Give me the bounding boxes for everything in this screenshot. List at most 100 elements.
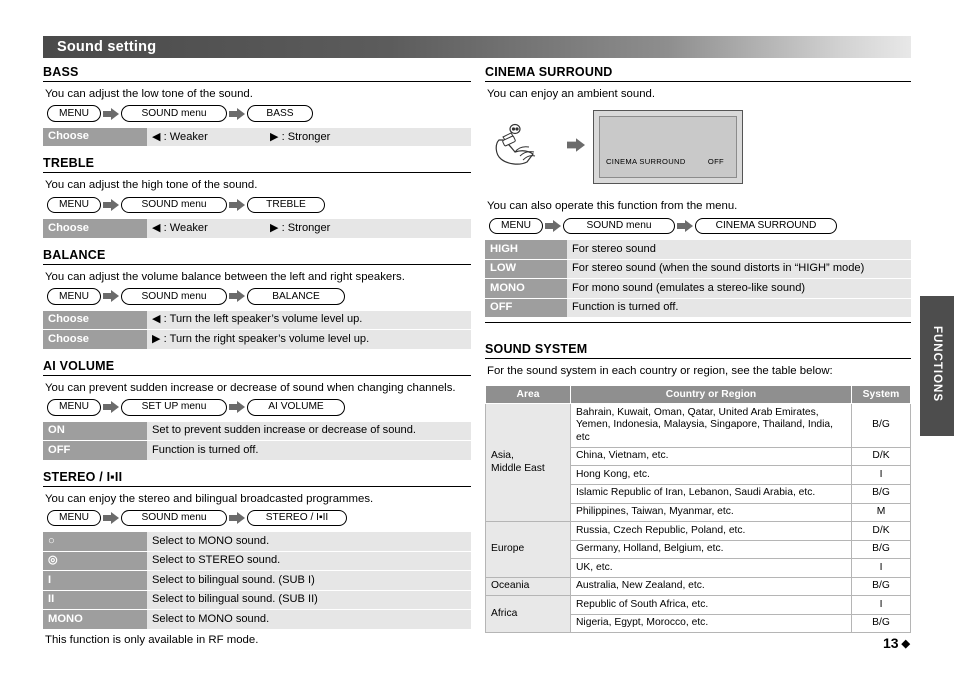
system-cell: I bbox=[851, 558, 911, 578]
cinema-key-mono: MONO bbox=[485, 278, 567, 299]
region-cell: Republic of South Africa, etc. bbox=[570, 595, 852, 615]
area-europe: Europe bbox=[485, 521, 571, 578]
table-row: Choose ◀ : Weaker ▶ : Stronger bbox=[43, 126, 471, 148]
menu-pill: MENU bbox=[47, 398, 101, 416]
table-row: Choose ◀ : Turn the left speaker’s volum… bbox=[43, 309, 471, 331]
menu-pill: MENU bbox=[47, 196, 101, 214]
right-column: CINEMA SURROUND You can enjoy an ambient… bbox=[485, 62, 911, 634]
bass-table: Choose ◀ : Weaker ▶ : Stronger bbox=[43, 126, 471, 148]
sound-menu-pill: SOUND menu bbox=[121, 509, 227, 527]
system-cell: I bbox=[851, 465, 911, 485]
cinema-surround-heading: CINEMA SURROUND bbox=[485, 62, 911, 82]
section-sound-system: SOUND SYSTEM For the sound system in eac… bbox=[485, 339, 911, 634]
cinema-surround-description: You can enjoy an ambient sound. bbox=[487, 88, 656, 100]
area-asia-middle-east: Asia, Middle East bbox=[485, 403, 571, 523]
page-title: Sound setting bbox=[57, 39, 157, 55]
side-tab-functions: FUNCTIONS bbox=[920, 296, 954, 436]
arrow-right-icon bbox=[227, 512, 247, 525]
arrow-right-icon bbox=[101, 512, 121, 525]
stereo-key-mono: MONO bbox=[43, 609, 147, 630]
arrow-right-icon bbox=[567, 138, 585, 157]
cinema-surround-figure: CINEMA SURROUND OFF bbox=[485, 110, 911, 192]
system-cell: B/G bbox=[851, 576, 911, 597]
cinema-value-off: Function is turned off. bbox=[567, 297, 911, 318]
cinema-key-low: LOW bbox=[485, 258, 567, 280]
region-cell: Russia, Czech Republic, Poland, etc. bbox=[570, 521, 852, 541]
sound-menu-pill: SOUND menu bbox=[121, 288, 227, 305]
region-cell: Hong Kong, etc. bbox=[570, 465, 852, 485]
table-row: Asia, Middle East Bahrain, Kuwait, Oman,… bbox=[485, 403, 911, 523]
balance-choose-key-2: Choose bbox=[43, 329, 147, 350]
menu-pill: MENU bbox=[47, 509, 101, 527]
stereo-table: ○ Select to MONO sound. ◎ Select to STER… bbox=[43, 531, 471, 630]
table-row: HIGH For stereo sound bbox=[485, 239, 911, 260]
table-row: Choose ◀ : Weaker ▶ : Stronger bbox=[43, 218, 471, 239]
table-row: II Select to bilingual sound. (SUB II) bbox=[43, 589, 471, 611]
balance-description: You can adjust the volume balance betwee… bbox=[45, 270, 405, 283]
table-row: MONO Select to MONO sound. bbox=[43, 609, 471, 630]
page-number: 13 ◆ bbox=[883, 635, 910, 651]
bass-heading: BASS bbox=[43, 62, 471, 82]
system-cell: D/K bbox=[851, 446, 911, 467]
system-cell: B/G bbox=[851, 539, 911, 560]
balance-item-pill: BALANCE bbox=[247, 288, 345, 305]
balance-menu-path: MENU SOUND menu BALANCE bbox=[43, 287, 471, 308]
sound-system-heading: SOUND SYSTEM bbox=[485, 339, 911, 359]
cinema-key-high: HIGH bbox=[485, 239, 567, 260]
table-row: ◎ Select to STEREO sound. bbox=[43, 550, 471, 572]
bass-item-pill: BASS bbox=[247, 105, 313, 122]
section-balance: BALANCE You can adjust the volume balanc… bbox=[43, 245, 471, 350]
treble-weaker: ◀ : Weaker bbox=[152, 221, 208, 234]
region-cell: China, Vietnam, etc. bbox=[570, 446, 852, 467]
cinema-surround-menu-path: MENU SOUND menu CINEMA SURROUND bbox=[485, 217, 911, 238]
stereo-key-mono-circle: ○ bbox=[43, 531, 147, 552]
table-row: OFF Function is turned off. bbox=[485, 297, 911, 318]
cinema-value-mono: For mono sound (emulates a stereo-like s… bbox=[567, 278, 911, 299]
tv-osd-label: CINEMA SURROUND bbox=[606, 157, 686, 167]
treble-description: You can adjust the high tone of the soun… bbox=[45, 179, 258, 192]
bass-menu-path: MENU SOUND menu BASS bbox=[43, 104, 471, 125]
table-row: I Select to bilingual sound. (SUB I) bbox=[43, 570, 471, 591]
system-cell: B/G bbox=[851, 613, 911, 634]
sound-menu-pill: SOUND menu bbox=[121, 196, 227, 214]
cinema-surround-table: HIGH For stereo sound LOW For stereo sou… bbox=[485, 239, 911, 318]
region-cell: Philippines, Taiwan, Myanmar, etc. bbox=[570, 502, 852, 523]
cinema-value-high: For stereo sound bbox=[567, 239, 911, 260]
stereo-value-stereo-circle: Select to STEREO sound. bbox=[147, 550, 471, 572]
arrow-right-icon bbox=[227, 107, 247, 120]
remote-hand-icon bbox=[495, 124, 536, 165]
arrow-right-icon bbox=[543, 219, 563, 232]
col-header-system: System bbox=[851, 385, 911, 405]
region-cell: Bahrain, Kuwait, Oman, Qatar, United Ara… bbox=[570, 403, 852, 448]
left-column: BASS You can adjust the low tone of the … bbox=[43, 62, 471, 646]
system-cell: I bbox=[851, 595, 911, 615]
sound-system-description: For the sound system in each country or … bbox=[487, 364, 833, 377]
table-row: Europe Russia, Czech Republic, Poland, e… bbox=[485, 521, 911, 578]
ai-volume-table: ON Set to prevent sudden increase or dec… bbox=[43, 420, 471, 461]
ai-volume-item-pill: AI VOLUME bbox=[247, 398, 345, 416]
page-number-mark: ◆ bbox=[901, 637, 910, 650]
region-cell: UK, etc. bbox=[570, 558, 852, 578]
stereo-value-mono-circle: Select to MONO sound. bbox=[147, 531, 471, 552]
arrow-right-icon bbox=[227, 290, 247, 303]
region-cell: Australia, New Zealand, etc. bbox=[570, 576, 852, 597]
treble-heading: TREBLE bbox=[43, 153, 471, 174]
bass-choose-value: ◀ : Weaker ▶ : Stronger bbox=[147, 126, 471, 148]
ai-volume-off-key: OFF bbox=[43, 440, 147, 461]
table-row: Choose ▶ : Turn the right speaker’s volu… bbox=[43, 329, 471, 350]
arrow-right-icon bbox=[227, 199, 247, 212]
system-cell: B/G bbox=[851, 403, 911, 448]
ai-volume-on-key: ON bbox=[43, 420, 147, 442]
balance-table: Choose ◀ : Turn the left speaker’s volum… bbox=[43, 309, 471, 350]
arrow-right-icon bbox=[675, 219, 695, 232]
arrow-right-icon bbox=[101, 199, 121, 212]
bass-choose-key: Choose bbox=[43, 126, 147, 148]
page-number-value: 13 bbox=[882, 635, 899, 651]
table-row: OFF Function is turned off. bbox=[43, 440, 471, 461]
stereo-key-sub-ii: II bbox=[43, 589, 147, 611]
bass-stronger: ▶ : Stronger bbox=[270, 130, 331, 143]
system-cell: M bbox=[851, 502, 911, 523]
table-row: LOW For stereo sound (when the sound dis… bbox=[485, 258, 911, 280]
area-africa: Africa bbox=[485, 595, 571, 634]
side-tab-label: FUNCTIONS bbox=[931, 325, 943, 403]
